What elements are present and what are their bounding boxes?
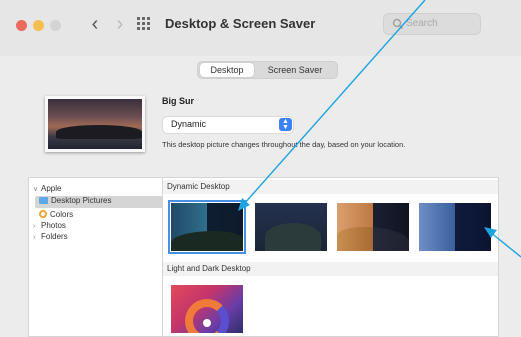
sidebar-item-label: Photos (41, 221, 66, 230)
wallpaper-grid: Dynamic Desktop Light and Dark Desktop (163, 177, 499, 337)
title-bar: ‹ › Desktop & Screen Saver Search (0, 0, 521, 56)
wallpaper-thumbnail[interactable] (337, 203, 409, 251)
back-chevron-icon[interactable]: ‹ (85, 14, 105, 36)
search-placeholder: Search (406, 18, 438, 29)
color-wheel-icon (39, 210, 47, 218)
forward-chevron-icon[interactable]: › (110, 14, 130, 36)
zoom-window-button[interactable] (50, 20, 61, 31)
wallpaper-thumbnail[interactable] (255, 203, 327, 251)
tab-screen-saver[interactable]: Screen Saver (256, 63, 334, 77)
sidebar-item-desktop-pictures[interactable]: Desktop Pictures (35, 196, 163, 208)
wallpaper-thumbnail[interactable] (168, 200, 246, 254)
sidebar-item-label: Apple (41, 184, 62, 193)
sidebar-item-colors[interactable]: Colors (39, 210, 73, 219)
minimize-window-button[interactable] (33, 20, 44, 31)
section-header-dynamic: Dynamic Desktop (163, 180, 498, 194)
disclosure-right-icon[interactable]: › (33, 223, 41, 230)
sidebar-item-folders[interactable]: › Folders (33, 232, 68, 241)
window-title: Desktop & Screen Saver (165, 16, 316, 31)
popup-arrows-icon: ▲ ▼ (279, 118, 292, 131)
tab-segmented-control: Desktop Screen Saver (197, 61, 338, 79)
source-sidebar: ∨ Apple Desktop Pictures Colors › Photos ›… (28, 177, 163, 337)
show-all-grid-icon[interactable] (137, 17, 151, 31)
preview-island-shape (56, 125, 142, 139)
appearance-mode-value: Dynamic (171, 119, 207, 129)
disclosure-right-icon[interactable]: › (33, 234, 41, 241)
wallpaper-description: This desktop picture changes throughout … (162, 140, 406, 149)
wallpaper-thumbnail[interactable] (419, 203, 491, 251)
sidebar-item-label: Colors (50, 210, 74, 219)
search-icon (392, 18, 403, 29)
search-field[interactable]: Search (383, 13, 481, 35)
sidebar-item-photos[interactable]: › Photos (33, 221, 66, 230)
folder-icon (39, 197, 48, 204)
disclosure-down-icon[interactable]: ∨ (33, 185, 41, 193)
sidebar-item-label: Desktop Pictures (51, 196, 112, 205)
tab-desktop[interactable]: Desktop (200, 63, 254, 77)
preferences-window: ‹ › Desktop & Screen Saver Search Deskto… (0, 0, 521, 337)
sidebar-item-label: Folders (41, 232, 68, 241)
sidebar-item-apple[interactable]: ∨ Apple (33, 184, 61, 193)
current-wallpaper-preview (45, 96, 145, 152)
appearance-mode-popup[interactable]: Dynamic ▲ ▼ (163, 117, 293, 133)
wallpaper-name: Big Sur (162, 96, 195, 106)
wallpaper-thumbnail[interactable] (171, 285, 243, 333)
section-header-light-dark: Light and Dark Desktop (163, 262, 498, 276)
close-window-button[interactable] (16, 20, 27, 31)
